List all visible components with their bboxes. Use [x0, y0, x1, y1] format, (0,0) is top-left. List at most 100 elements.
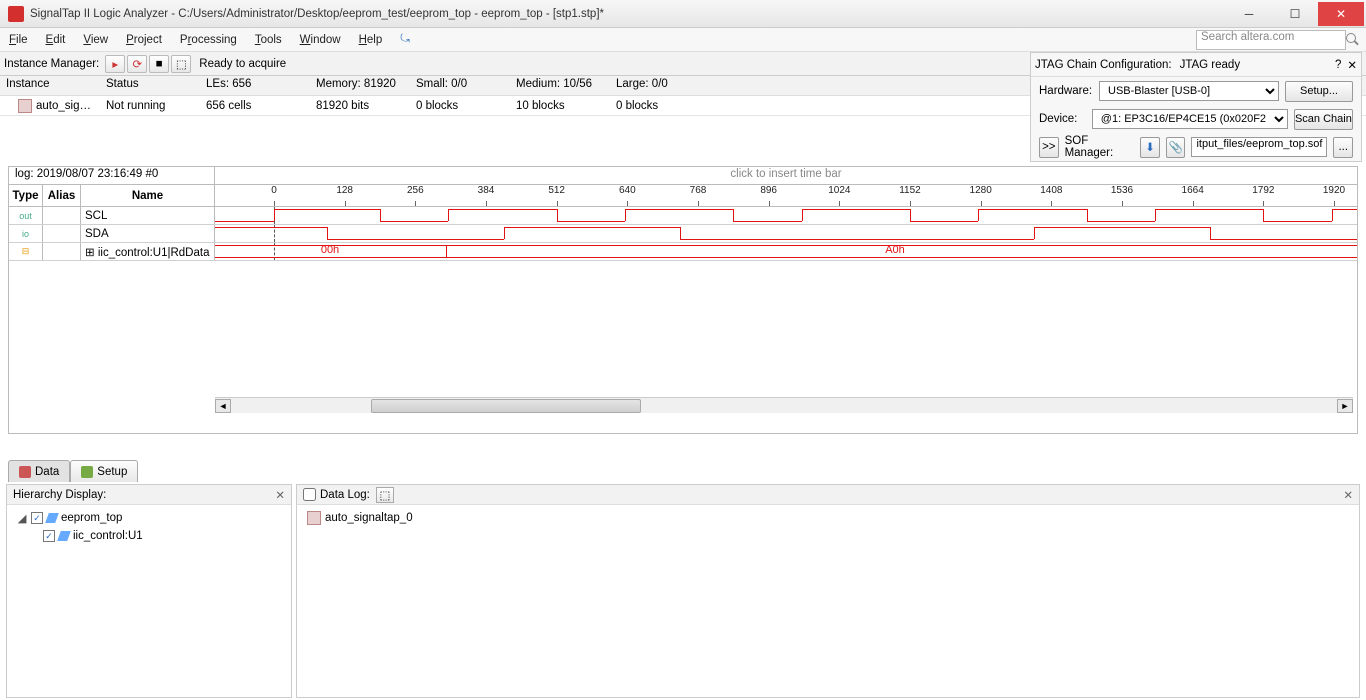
datalog-item[interactable]: auto_signaltap_0	[307, 509, 1349, 527]
instance-manager-label: Instance Manager:	[4, 58, 99, 70]
menu-bar: File Edit View Project Processing Tools …	[0, 28, 1366, 52]
wave-tabs: Data Setup	[8, 458, 1358, 482]
waveform-rddata[interactable]: 00h A0h	[215, 243, 1357, 260]
tree-item-child[interactable]: ✓ iic_control:U1	[17, 527, 281, 545]
col-instance: Instance	[0, 76, 100, 95]
menu-extra-icon[interactable]: ⤿	[391, 29, 419, 51]
waveform-panel: log: 2019/08/07 23:16:49 #0 click to ins…	[8, 166, 1358, 434]
hierarchy-close-icon[interactable]: ✕	[275, 488, 285, 502]
hardware-label: Hardware:	[1039, 85, 1093, 97]
tree-item-root[interactable]: ◢ ✓ eeprom_top	[17, 509, 281, 527]
device-label: Device:	[1039, 113, 1086, 125]
wave-col-name: Name	[81, 185, 215, 206]
col-large: Large: 0/0	[610, 76, 730, 95]
window-title: SignalTap II Logic Analyzer - C:/Users/A…	[30, 8, 1226, 20]
cell-medium: 10 blocks	[510, 99, 610, 113]
close-button[interactable]: ✕	[1318, 2, 1364, 26]
instance-icon	[18, 99, 32, 113]
sof-manager-label: SOF Manager:	[1065, 135, 1135, 159]
menu-project[interactable]: Project	[117, 29, 171, 51]
instance-name: auto_sig…	[36, 100, 91, 112]
wave-col-alias: Alias	[43, 185, 81, 206]
instance-icon	[307, 511, 321, 525]
data-log-panel: Data Log: ⬚ ✕ auto_signaltap_0	[296, 484, 1360, 698]
module-icon	[45, 513, 59, 523]
datalog-close-icon[interactable]: ✕	[1343, 488, 1353, 502]
type-bus-icon: ⊟	[9, 243, 43, 260]
setup-button[interactable]: Setup...	[1285, 81, 1353, 102]
col-memory: Memory: 81920	[310, 76, 410, 95]
wave-ruler[interactable]: 0128256384512640768896102411521280140815…	[215, 185, 1357, 206]
signal-name: ⊞ iic_control:U1|RdData	[81, 243, 215, 260]
tab-setup[interactable]: Setup	[70, 460, 138, 482]
bus-val-1: 00h	[321, 244, 339, 256]
jtag-panel: JTAG Chain Configuration: JTAG ready ? ✕…	[1030, 52, 1362, 162]
tab-data[interactable]: Data	[8, 460, 70, 482]
scroll-left-icon[interactable]: ◄	[215, 399, 231, 413]
setup-tab-icon	[81, 466, 93, 478]
device-select[interactable]: @1: EP3C16/EP4CE15 (0x020F2	[1092, 109, 1288, 129]
sof-prev-button[interactable]: >>	[1039, 137, 1059, 158]
wave-col-type: Type	[9, 185, 43, 206]
cell-mem: 81920 bits	[310, 99, 410, 113]
search-input[interactable]: Search altera.com	[1196, 30, 1346, 50]
hardware-select[interactable]: USB-Blaster [USB-0]	[1099, 81, 1279, 101]
sof-path-field[interactable]: itput_files/eeprom_top.sof	[1191, 137, 1327, 157]
signal-row-sda[interactable]: io SDA	[9, 225, 1357, 243]
sof-attach-icon[interactable]: 📎	[1166, 137, 1186, 158]
signal-name: SDA	[81, 225, 215, 242]
menu-help[interactable]: Help	[350, 29, 392, 51]
stop-icon[interactable]: ■	[149, 55, 169, 73]
menu-file[interactable]: File	[0, 29, 37, 51]
signal-row-scl[interactable]: out SCL	[9, 207, 1357, 225]
wave-insert-hint[interactable]: click to insert time bar	[215, 167, 1357, 184]
data-tab-icon	[19, 466, 31, 478]
sof-browse-button[interactable]: ...	[1333, 137, 1353, 158]
datalog-title: Data Log:	[320, 489, 370, 501]
waveform-scl[interactable]	[215, 207, 1357, 224]
scroll-thumb[interactable]	[371, 399, 641, 413]
scan-chain-button[interactable]: Scan Chain	[1294, 109, 1353, 130]
menu-edit[interactable]: Edit	[37, 29, 75, 51]
maximize-button[interactable]: ☐	[1272, 2, 1318, 26]
jtag-status: JTAG ready	[1180, 59, 1241, 71]
signal-row-rddata[interactable]: ⊟ ⊞ iic_control:U1|RdData 00h A0h	[9, 243, 1357, 261]
wave-log: log: 2019/08/07 23:16:49 #0	[9, 167, 215, 184]
menu-processing[interactable]: Processing	[171, 29, 246, 51]
collapse-icon[interactable]: ◢	[17, 511, 27, 525]
waveform-sda[interactable]	[215, 225, 1357, 242]
search-icon[interactable]	[1346, 33, 1360, 47]
wave-scrollbar[interactable]: ◄ ►	[215, 397, 1353, 413]
datalog-checkbox[interactable]	[303, 488, 316, 501]
minimize-button[interactable]: ─	[1226, 2, 1272, 26]
menu-window[interactable]: Window	[291, 29, 350, 51]
datalog-tool-icon[interactable]: ⬚	[376, 487, 394, 503]
read-data-icon[interactable]: ⬚	[171, 55, 191, 73]
col-les: LEs: 656	[200, 76, 310, 95]
cell-les: 656 cells	[200, 99, 310, 113]
type-io-icon: io	[9, 225, 43, 242]
checkbox[interactable]: ✓	[43, 530, 55, 542]
jtag-close-icon[interactable]: ✕	[1347, 58, 1357, 72]
module-icon	[57, 531, 71, 541]
run-analysis-icon[interactable]: ▸	[105, 55, 125, 73]
cell-status: Not running	[100, 99, 200, 113]
sof-download-icon[interactable]: ⬇	[1140, 137, 1160, 158]
title-bar: SignalTap II Logic Analyzer - C:/Users/A…	[0, 0, 1366, 28]
col-status: Status	[100, 76, 200, 95]
cell-small: 0 blocks	[410, 99, 510, 113]
hierarchy-panel: Hierarchy Display: ✕ ◢ ✓ eeprom_top ✓ iic…	[6, 484, 292, 698]
run-loop-icon[interactable]: ⟳	[127, 55, 147, 73]
col-medium: Medium: 10/56	[510, 76, 610, 95]
ready-status: Ready to acquire	[199, 58, 286, 70]
scroll-right-icon[interactable]: ►	[1337, 399, 1353, 413]
jtag-help-icon[interactable]: ?	[1335, 59, 1341, 71]
menu-tools[interactable]: Tools	[246, 29, 291, 51]
jtag-label: JTAG Chain Configuration:	[1035, 59, 1172, 71]
col-small: Small: 0/0	[410, 76, 510, 95]
cell-large: 0 blocks	[610, 99, 730, 113]
checkbox[interactable]: ✓	[31, 512, 43, 524]
hierarchy-title: Hierarchy Display:	[13, 489, 106, 501]
menu-view[interactable]: View	[74, 29, 117, 51]
type-out-icon: out	[9, 207, 43, 224]
